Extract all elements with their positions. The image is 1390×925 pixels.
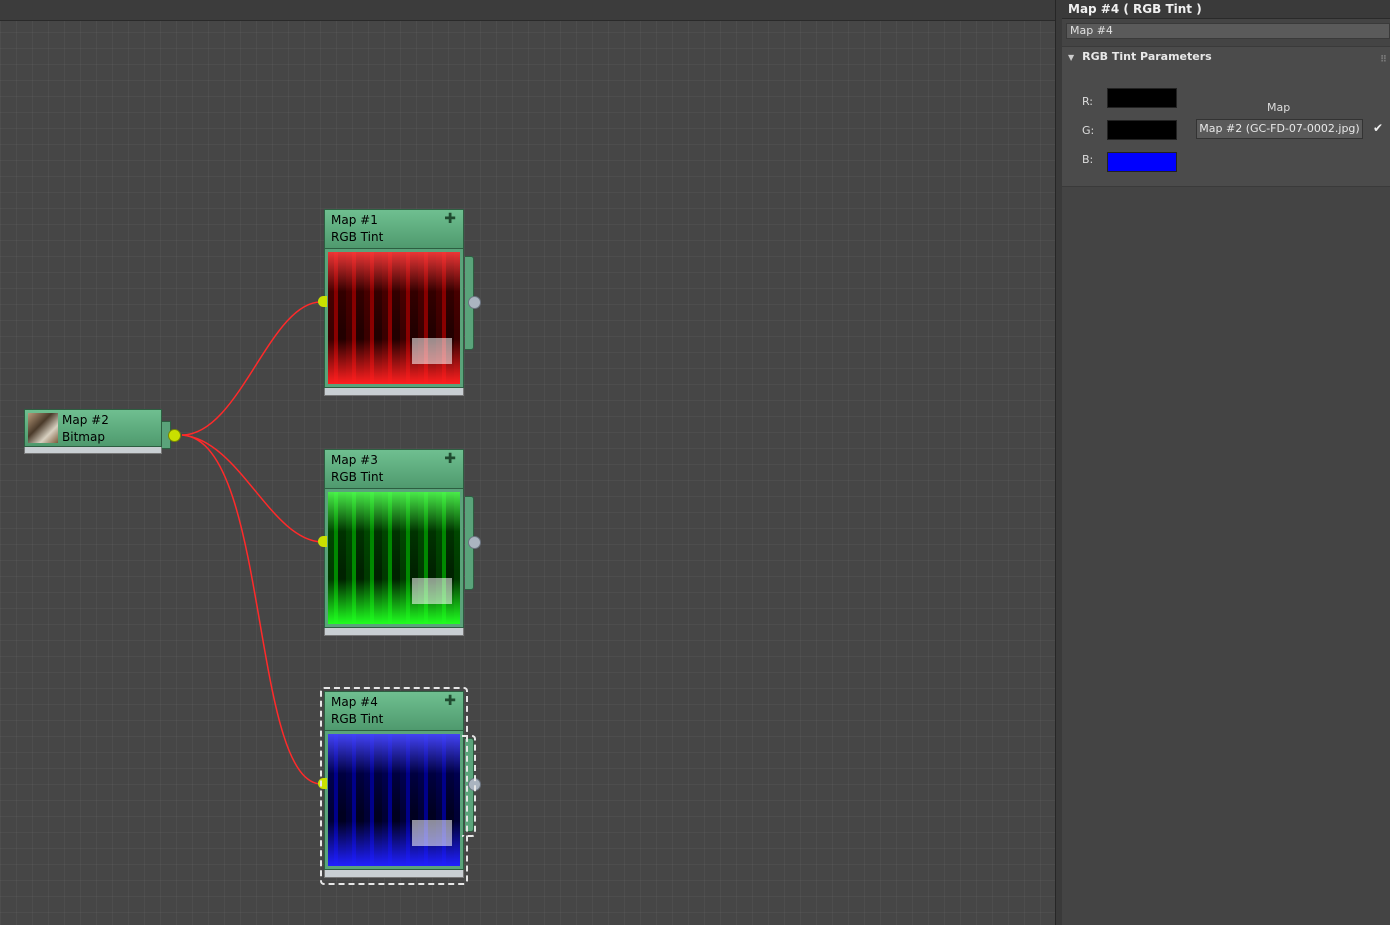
- map-slot-button[interactable]: Map #2 (GC-FD-07-0002.jpg): [1196, 119, 1363, 139]
- node-map3-rgb-tint[interactable]: Map #3 RGB Tint ✚: [318, 449, 481, 636]
- node-type: Bitmap: [62, 430, 105, 444]
- preview-image: [328, 252, 460, 384]
- g-color-swatch[interactable]: [1107, 120, 1177, 140]
- node-header[interactable]: Map #2 Bitmap: [24, 409, 162, 447]
- node-type: RGB Tint: [331, 712, 384, 726]
- node-body: [324, 249, 464, 388]
- node-name: Map #2: [62, 413, 109, 427]
- output-socket[interactable]: [168, 429, 181, 442]
- preview-image: [328, 492, 460, 624]
- panel-title: Map #4 ( RGB Tint ): [1062, 0, 1390, 19]
- input-socket[interactable]: [318, 296, 327, 307]
- b-label: B:: [1082, 153, 1094, 166]
- expand-plus-icon[interactable]: ✚: [444, 693, 456, 710]
- node-name: Map #3: [331, 453, 378, 467]
- map-name-field[interactable]: [1066, 23, 1390, 39]
- r-color-swatch[interactable]: [1107, 88, 1177, 108]
- output-socket[interactable]: [468, 778, 481, 791]
- input-socket[interactable]: [318, 536, 327, 547]
- node-footer: [324, 628, 464, 636]
- output-socket[interactable]: [468, 296, 481, 309]
- node-name: Map #1: [331, 213, 378, 227]
- expand-plus-icon[interactable]: ✚: [444, 211, 456, 228]
- checkmark-icon: ✔: [1372, 121, 1384, 135]
- output-socket[interactable]: [468, 536, 481, 549]
- r-label: R:: [1082, 95, 1094, 108]
- node-name: Map #4: [331, 695, 378, 709]
- node-footer: [324, 870, 464, 878]
- node-body: [324, 731, 464, 870]
- parameter-editor-panel: Map #4 ( RGB Tint ) ▼ RGB Tint Parameters…: [1062, 0, 1390, 925]
- node-header[interactable]: Map #3 RGB Tint ✚: [324, 449, 464, 489]
- map-enable-checkbox[interactable]: ✔: [1371, 121, 1385, 135]
- node-map2-bitmap[interactable]: Map #2 Bitmap: [24, 409, 181, 454]
- node-map1-rgb-tint[interactable]: Map #1 RGB Tint ✚: [318, 209, 481, 396]
- node-header[interactable]: Map #4 RGB Tint ✚: [324, 691, 464, 731]
- node-editor-canvas[interactable]: Map #2 Bitmap Map #1 RGB Tint ✚ Map #3 R…: [0, 0, 1057, 925]
- expand-plus-icon[interactable]: ✚: [444, 451, 456, 468]
- node-footer: [324, 388, 464, 396]
- node-type: RGB Tint: [331, 470, 384, 484]
- collapse-triangle-icon: ▼: [1068, 53, 1075, 62]
- connection-wires: [181, 301, 323, 785]
- node-header[interactable]: Map #1 RGB Tint ✚: [324, 209, 464, 249]
- node-body: [324, 489, 464, 628]
- wire-map2-to-map1: [181, 301, 323, 436]
- node-type: RGB Tint: [331, 230, 384, 244]
- g-label: G:: [1082, 124, 1095, 137]
- rollout-title: RGB Tint Parameters: [1082, 50, 1212, 63]
- preview-image: [328, 734, 460, 866]
- grip-icon: ⠿: [1379, 55, 1387, 65]
- input-socket[interactable]: [318, 778, 327, 789]
- wire-map2-to-map3: [181, 434, 323, 543]
- b-color-swatch[interactable]: [1107, 152, 1177, 172]
- node-map4-rgb-tint[interactable]: Map #4 RGB Tint ✚: [318, 691, 481, 878]
- rollout-header[interactable]: ▼ RGB Tint Parameters ⠿: [1062, 47, 1390, 67]
- node-footer: [24, 447, 162, 454]
- bitmap-thumbnail: [28, 413, 58, 443]
- map-heading: Map: [1267, 101, 1291, 114]
- rgb-tint-parameters-rollout: ▼ RGB Tint Parameters ⠿ R: G: B: Map Map …: [1062, 46, 1390, 187]
